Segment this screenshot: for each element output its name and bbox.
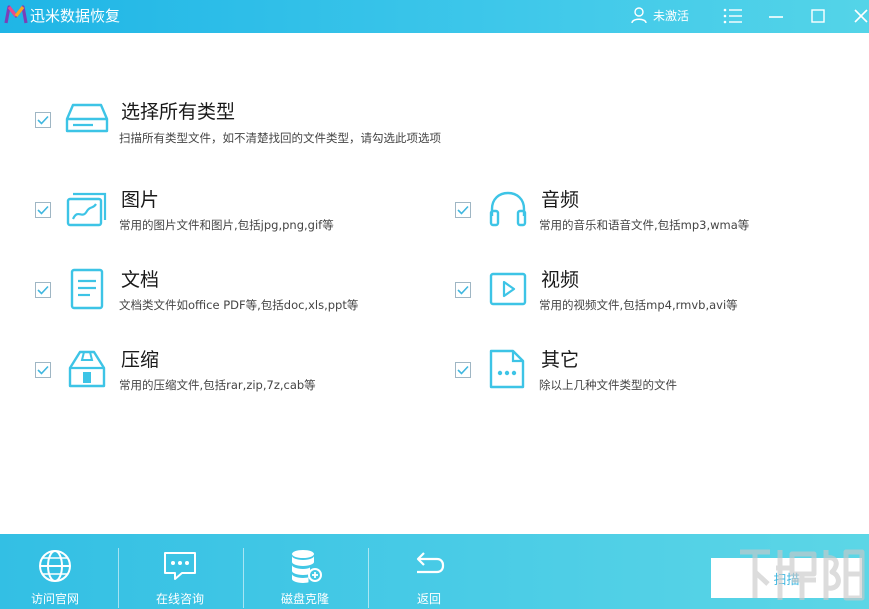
- option-title: 音频: [541, 189, 580, 211]
- close-icon: [854, 9, 868, 23]
- menu-icon: [723, 8, 742, 24]
- option-title: 图片: [121, 189, 160, 211]
- checkbox-other[interactable]: [455, 362, 471, 378]
- option-description: 扫描所有类型文件，如不清楚找回的文件类型，请勾选此项选项: [119, 131, 441, 145]
- toolbar-divider: [243, 548, 244, 608]
- title-bar: 迅米数据恢复 未激活: [0, 0, 869, 33]
- option-description: 除以上几种文件类型的文件: [539, 378, 677, 392]
- checkmark-icon: [37, 205, 49, 215]
- checkbox-document[interactable]: [35, 282, 51, 298]
- checkmark-icon: [457, 285, 469, 295]
- archive-icon: [68, 350, 106, 388]
- checkmark-icon: [37, 285, 49, 295]
- drive-icon: [65, 103, 109, 133]
- user-icon: [631, 7, 647, 24]
- back-label: 返回: [416, 592, 441, 606]
- visit-website-button[interactable]: 访问官网: [0, 534, 115, 609]
- back-button[interactable]: 返回: [369, 534, 489, 609]
- chat-bubble-icon: [164, 552, 196, 580]
- option-description: 常用的视频文件,包括mp4,rmvb,avi等: [539, 298, 738, 312]
- checkbox-image[interactable]: [35, 202, 51, 218]
- checkbox-archive[interactable]: [35, 362, 51, 378]
- online-consult-button[interactable]: 在线咨询: [120, 534, 240, 609]
- minimize-icon: [769, 16, 783, 18]
- option-description: 常用的压缩文件,包括rar,zip,7z,cab等: [119, 378, 316, 392]
- option-title: 视频: [541, 269, 580, 291]
- return-arrow-icon: [416, 552, 445, 574]
- app-title: 迅米数据恢复: [30, 7, 121, 25]
- checkmark-icon: [37, 115, 49, 125]
- option-description: 文档类文件如office PDF等,包括doc,xls,ppt等: [119, 298, 359, 312]
- disk-clone-label: 磁盘克隆: [280, 592, 329, 606]
- checkmark-icon: [457, 365, 469, 375]
- app-logo-icon: [4, 5, 28, 24]
- toolbar-divider: [118, 548, 119, 608]
- checkbox-audio[interactable]: [455, 202, 471, 218]
- globe-icon: [39, 550, 71, 582]
- minimize-button[interactable]: [763, 3, 789, 29]
- headphones-icon: [489, 191, 527, 227]
- activation-status-label: 未激活: [653, 8, 690, 23]
- database-clone-icon: [292, 550, 322, 583]
- watermark-logo: [740, 549, 865, 601]
- option-title: 文档: [121, 269, 160, 291]
- visit-website-label: 访问官网: [30, 592, 79, 606]
- maximize-button[interactable]: [805, 3, 831, 29]
- menu-button[interactable]: [720, 3, 746, 29]
- option-title: 选择所有类型: [121, 101, 236, 123]
- document-icon: [70, 268, 104, 310]
- account-status[interactable]: 未激活: [630, 4, 689, 26]
- maximize-icon: [811, 9, 825, 23]
- disk-clone-button[interactable]: 磁盘克隆: [245, 534, 365, 609]
- option-title: 压缩: [121, 349, 160, 371]
- picture-icon: [66, 192, 107, 227]
- checkmark-icon: [37, 365, 49, 375]
- checkmark-icon: [457, 205, 469, 215]
- close-button[interactable]: [848, 3, 869, 29]
- option-description: 常用的音乐和语音文件,包括mp3,wma等: [539, 218, 750, 232]
- option-description: 常用的图片文件和图片,包括jpg,png,gif等: [119, 218, 334, 232]
- video-play-icon: [489, 272, 527, 306]
- other-file-icon: [489, 349, 525, 389]
- bottom-toolbar: 访问官网 在线咨询 磁盘克隆 返回 扫描: [0, 534, 869, 609]
- checkbox-video[interactable]: [455, 282, 471, 298]
- checkbox-all-types[interactable]: [35, 112, 51, 128]
- online-consult-label: 在线咨询: [155, 592, 204, 606]
- option-title: 其它: [541, 349, 580, 371]
